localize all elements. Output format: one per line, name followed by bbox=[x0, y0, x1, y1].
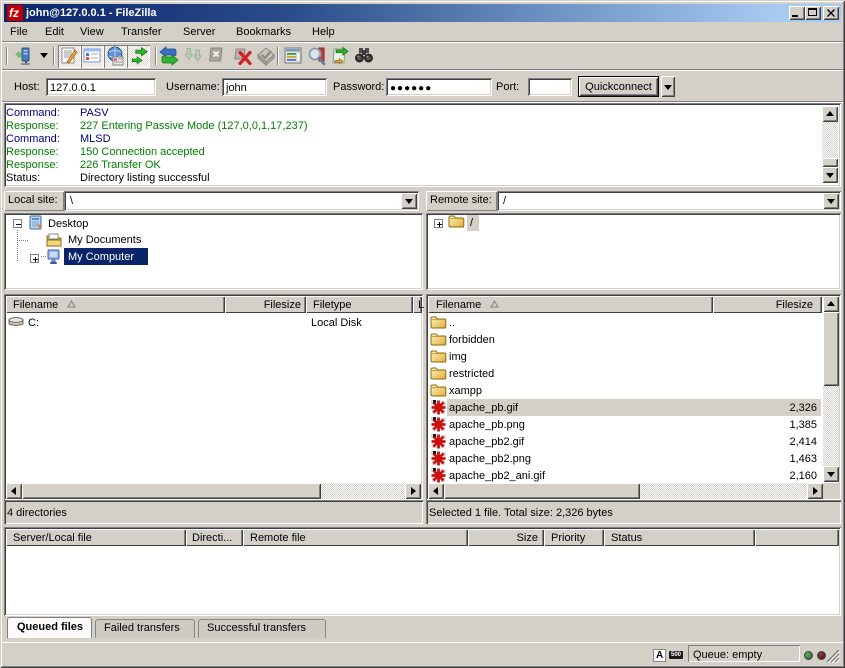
svg-text:fz: fz bbox=[9, 6, 19, 20]
